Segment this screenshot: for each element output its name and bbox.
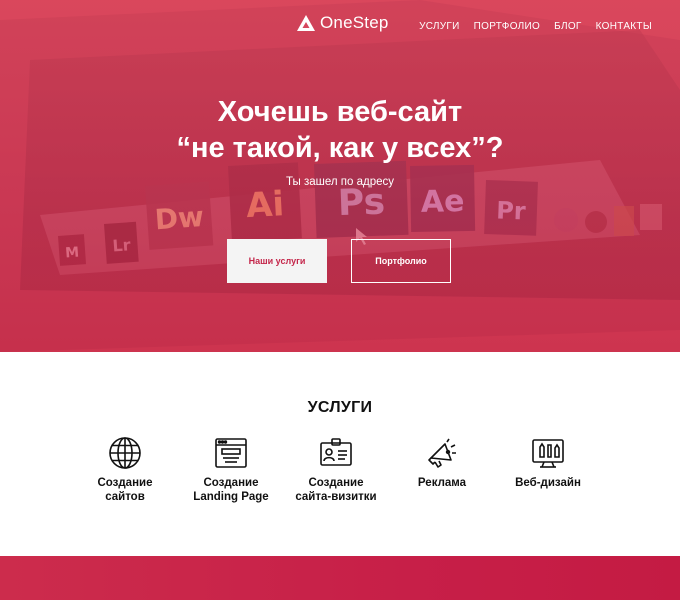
service-label: Создание сайта-визитки bbox=[295, 477, 377, 503]
service-label: Реклама bbox=[417, 477, 467, 489]
globe-icon bbox=[109, 437, 141, 469]
hero-section: M Lr Dw Ai Ps Ae bbox=[0, 0, 680, 352]
logo[interactable]: OneStep bbox=[296, 12, 389, 34]
browser-window-icon bbox=[215, 438, 247, 468]
design-monitor-icon bbox=[532, 439, 564, 468]
service-web-design[interactable]: Веб-дизайн bbox=[493, 436, 603, 490]
service-business-card-site[interactable]: Создание сайта-визитки bbox=[281, 436, 391, 504]
logo-mountain-icon bbox=[297, 15, 315, 31]
services-title: УСЛУГИ bbox=[307, 399, 373, 416]
hero-title-line1: Хочешь веб-сайт bbox=[217, 96, 463, 128]
hero-subtitle: Ты зашел по адресу bbox=[285, 176, 394, 188]
service-label: Создание Landing Page bbox=[193, 477, 269, 503]
portfolio-button[interactable]: Портфолио bbox=[351, 239, 451, 283]
service-websites[interactable]: Создание сайтов bbox=[70, 436, 180, 504]
nav-item-portfolio[interactable]: ПОРТФОЛИО bbox=[474, 21, 540, 32]
service-advertising[interactable]: Реклама bbox=[387, 436, 497, 490]
our-services-button[interactable]: Наши услуги bbox=[227, 239, 327, 283]
service-label: Создание сайтов bbox=[97, 477, 153, 503]
megaphone-icon bbox=[428, 438, 456, 468]
nav-item-services[interactable]: УСЛУГИ bbox=[419, 21, 460, 32]
main-nav: УСЛУГИ ПОРТФОЛИО БЛОГ КОНТАКТЫ bbox=[419, 21, 652, 32]
id-card-icon bbox=[320, 438, 352, 466]
nav-item-blog[interactable]: БЛОГ bbox=[554, 21, 582, 32]
service-label: Веб-дизайн bbox=[515, 477, 581, 489]
footer-band bbox=[0, 556, 680, 600]
service-landing-page[interactable]: Создание Landing Page bbox=[176, 436, 286, 504]
hero-title: Хочешь веб-сайт “не такой, как у всех”? bbox=[0, 94, 680, 166]
nav-item-contacts[interactable]: КОНТАКТЫ bbox=[596, 21, 652, 32]
logo-text: OneStep bbox=[320, 13, 389, 32]
hero-title-line2: “не такой, как у всех”? bbox=[176, 132, 504, 164]
